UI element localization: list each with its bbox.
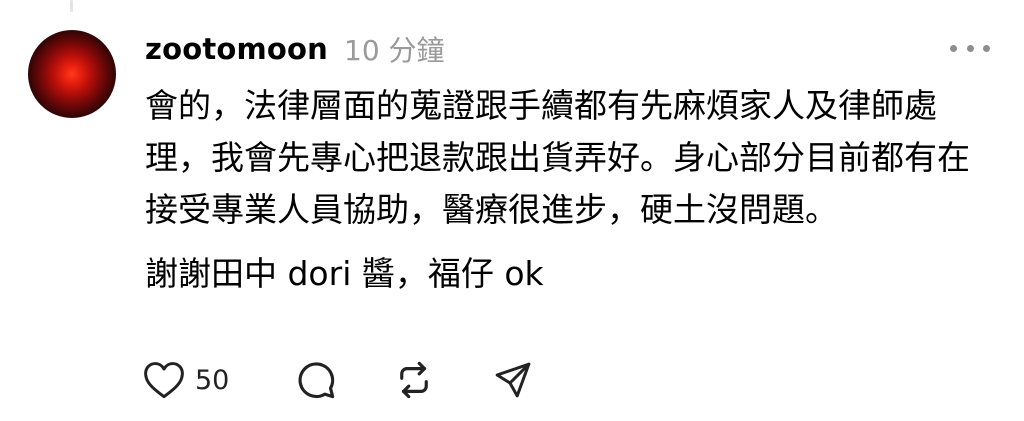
like-count: 50: [195, 364, 230, 396]
post-header: zootomoon 10 分鐘: [145, 26, 445, 72]
like-button[interactable]: 50: [143, 358, 229, 402]
heart-icon: [143, 360, 185, 400]
share-button[interactable]: [493, 358, 533, 402]
repost-icon: [393, 359, 435, 401]
repost-button[interactable]: [393, 358, 435, 402]
post-body: 會的，法律層面的蒐證跟手續都有先麻煩家人及律師處理，我會先專心把退款跟出貨弄好。…: [145, 80, 975, 300]
username[interactable]: zootomoon: [145, 32, 328, 66]
avatar[interactable]: [28, 30, 116, 118]
comment-button[interactable]: [295, 358, 337, 402]
comment-icon: [295, 359, 337, 401]
timestamp: 10 分鐘: [344, 34, 445, 67]
post-text-paragraph: 謝謝田中 dori 醬，福仔 ok: [145, 254, 544, 293]
post-text-paragraph: 會的，法律層面的蒐證跟手續都有先麻煩家人及律師處理，我會先專心把退款跟出貨弄好。…: [145, 86, 970, 229]
more-dot-icon: [966, 44, 974, 52]
more-options-button[interactable]: [950, 38, 990, 58]
more-dot-icon: [950, 44, 957, 52]
post-actions-bar: 50: [143, 358, 563, 402]
more-dot-icon: [983, 44, 990, 52]
thread-connector-line: [70, 0, 73, 12]
share-icon: [493, 360, 533, 400]
